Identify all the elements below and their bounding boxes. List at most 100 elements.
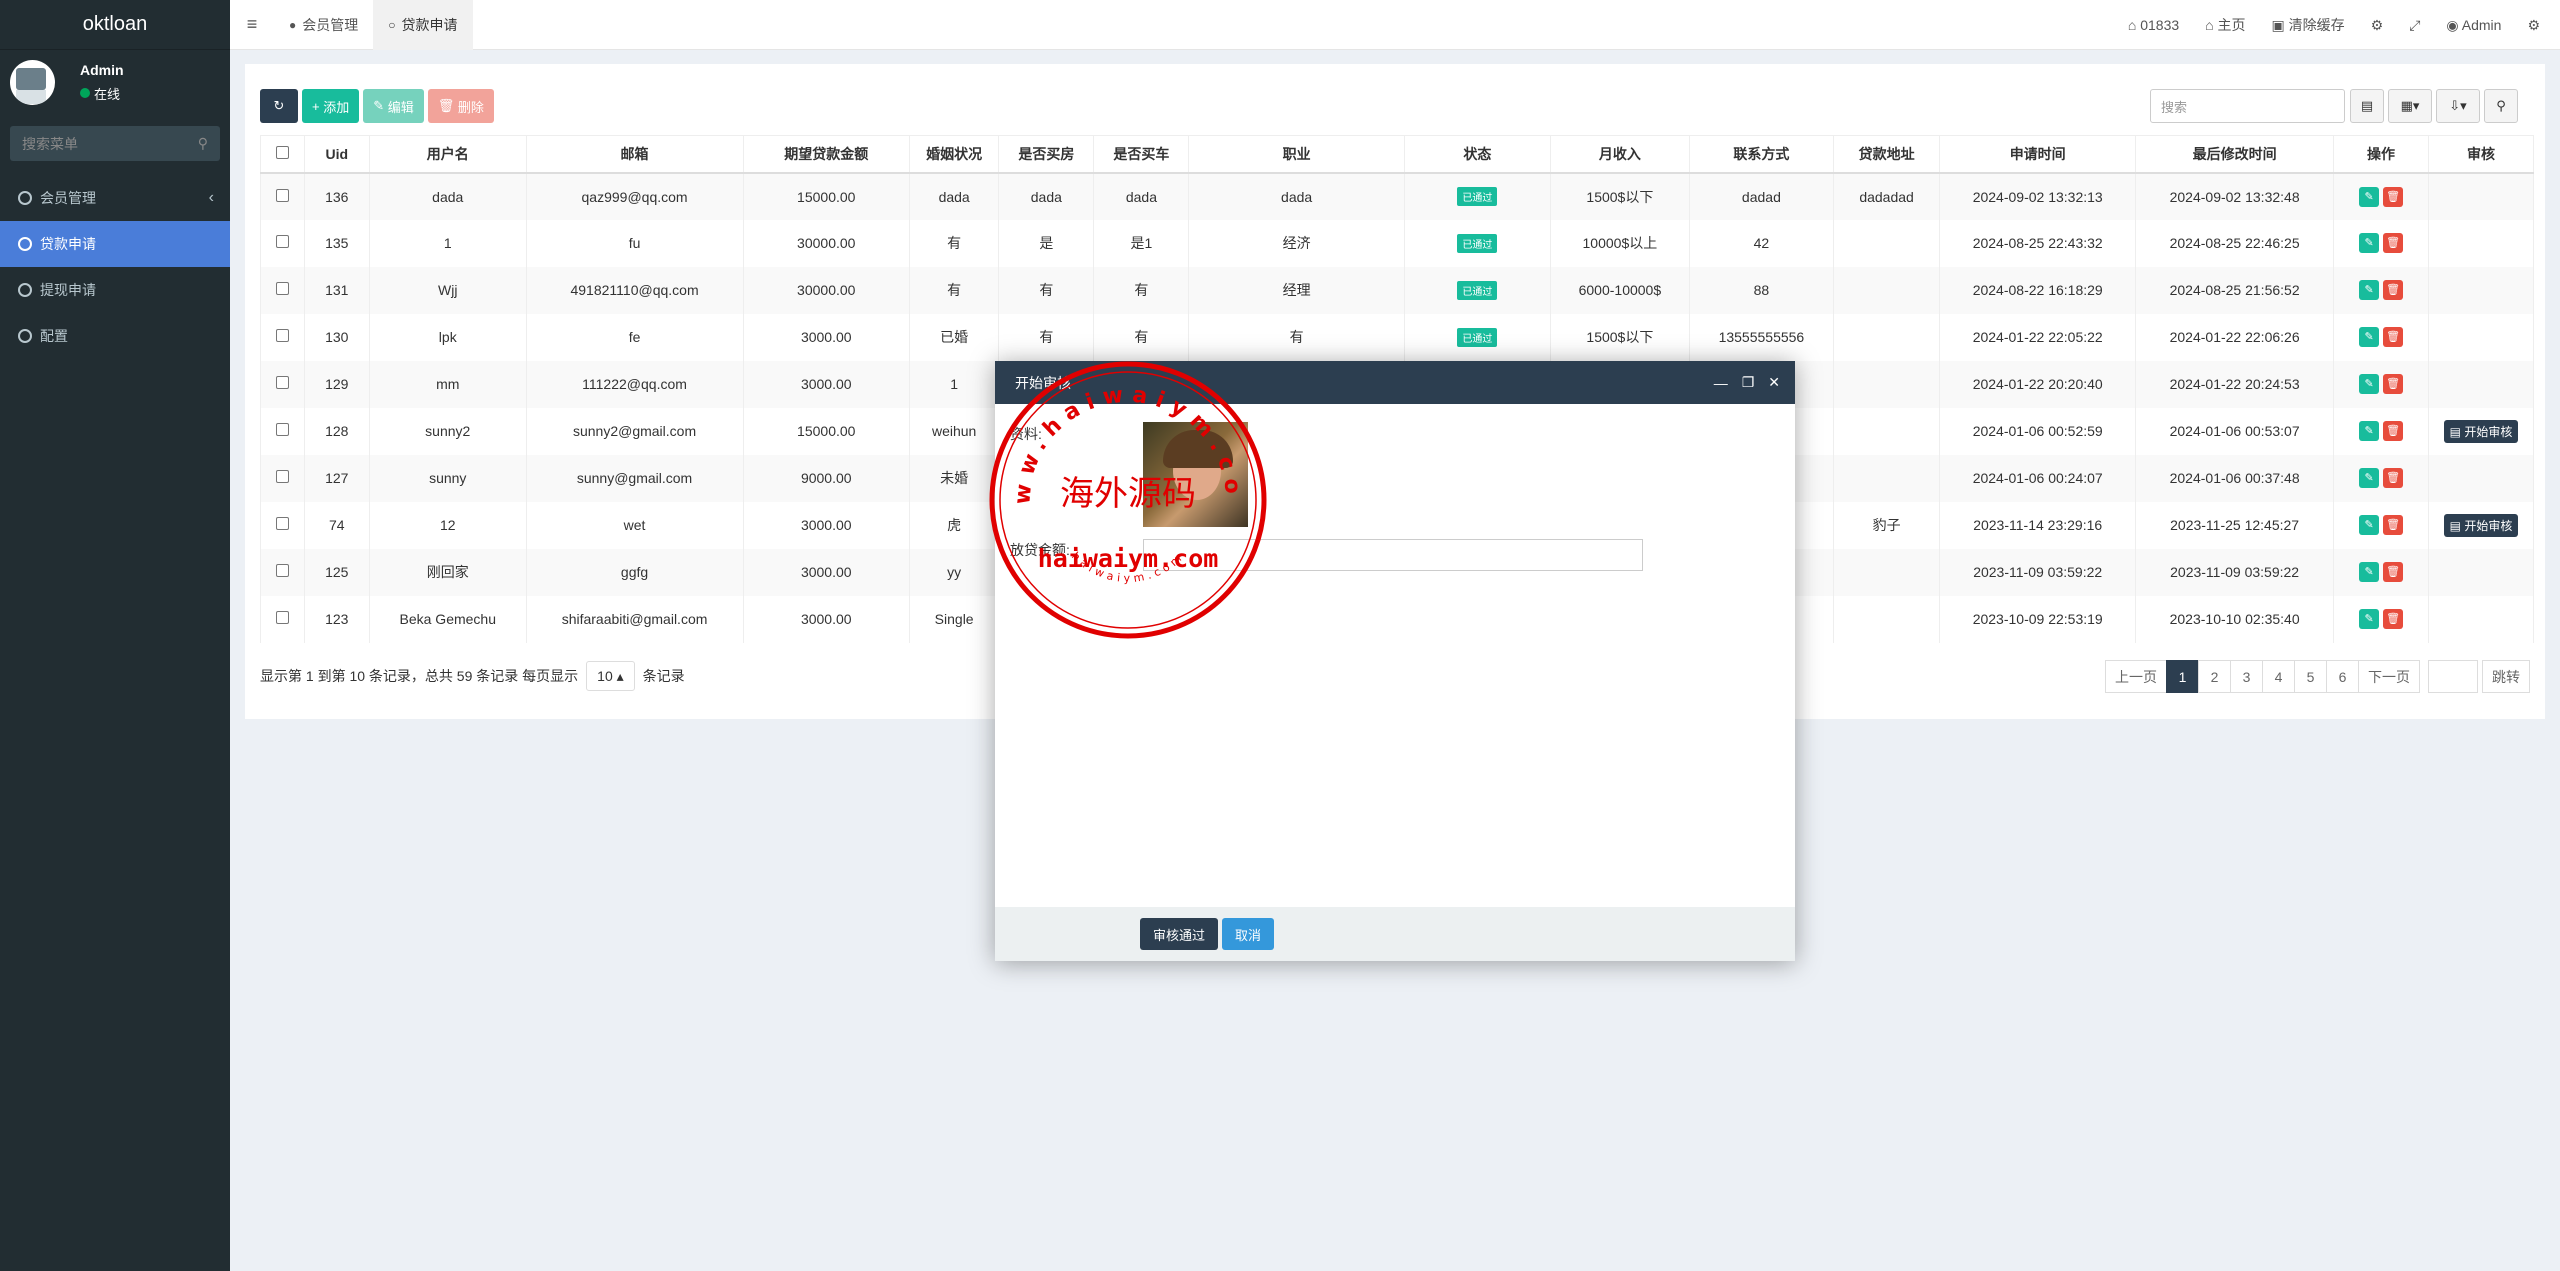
delete-row-icon[interactable]: 🗑 [2383,327,2404,347]
col-header[interactable]: 用户名 [368,135,527,174]
delete-row-icon[interactable]: 🗑 [2383,374,2404,394]
col-header[interactable]: 是否买房 [998,135,1095,174]
table-row[interactable]: 136 dada qaz999@qq.com 15000.00 dada dada dada… [260,172,2534,220]
search-icon: ⚲ [2496,98,2506,113]
jump-page-input[interactable] [2428,660,2478,693]
page-button[interactable]: 4 [2262,660,2295,693]
row-checkbox[interactable] [260,548,305,596]
edit-row-icon[interactable]: ✎ [2359,233,2380,253]
col-header[interactable]: 最后修改时间 [2135,135,2335,174]
edit-row-icon[interactable]: ✎ [2359,468,2380,488]
menu-toggle-icon[interactable]: ≡ [230,14,274,35]
table-row[interactable]: 135 1 fu 30000.00 有是是1 经济 已通过 10000$以上 42 2024-08… [260,219,2534,267]
jump-button[interactable]: 跳转 [2482,660,2530,693]
prev-page-button[interactable]: 上一页 [2105,660,2167,693]
start-audit-button[interactable]: ▤ 开始审核 [2443,419,2519,443]
clear-cache-button[interactable]: ▣ 清除缓存 [2272,15,2345,35]
fullscreen-icon[interactable]: ⤢ [2409,17,2420,34]
sidebar-item-config[interactable]: 配置 [0,313,230,359]
page-button[interactable]: 1 [2166,660,2199,693]
select-all-checkbox[interactable] [260,135,305,174]
row-checkbox[interactable] [260,219,305,267]
menu-search-input[interactable]: 搜索菜单 ⚲ [10,126,220,161]
row-checkbox[interactable] [260,454,305,502]
delete-row-icon[interactable]: 🗑 [2383,562,2404,582]
cell-house: 有 [998,266,1095,314]
add-button[interactable]: + 添加 [302,89,360,123]
edit-row-icon[interactable]: ✎ [2359,421,2380,441]
language-icon[interactable]: ⚙ [2371,17,2384,34]
home-link[interactable]: ⌂ 主页 [2205,15,2245,35]
page-size-select[interactable]: 10 ▴ [586,661,635,691]
delete-button[interactable]: 🗑 删除 [427,89,494,123]
edit-row-icon[interactable]: ✎ [2359,515,2380,535]
cell-uid: 135 [303,219,370,267]
page-button[interactable]: 5 [2294,660,2327,693]
delete-row-icon[interactable]: 🗑 [2383,186,2404,207]
col-header[interactable]: 邮箱 [525,135,744,174]
col-header[interactable]: 贷款地址 [1832,135,1941,174]
delete-row-icon[interactable]: 🗑 [2383,515,2404,535]
approve-button[interactable]: 审核通过 [1140,918,1219,950]
toggle-view-button[interactable]: ▤ [2350,89,2384,123]
col-header[interactable]: 状态 [1403,135,1551,174]
cell-amount: 15000.00 [742,407,910,455]
sidebar-item-members[interactable]: 会员管理 ‹ [0,175,230,221]
table-search-input[interactable]: 搜索 [2150,89,2345,123]
delete-row-icon[interactable]: 🗑 [2383,421,2404,441]
sidebar-item-withdrawals[interactable]: 提现申请 [0,267,230,313]
advanced-search-button[interactable]: ⚲ [2484,89,2518,123]
delete-row-icon[interactable]: 🗑 [2383,609,2404,629]
edit-row-icon[interactable]: ✎ [2359,186,2380,207]
col-header[interactable]: Uid [303,135,370,174]
delete-row-icon[interactable]: 🗑 [2383,233,2404,253]
close-icon[interactable]: ✕ [1768,374,1780,391]
row-checkbox[interactable] [260,407,305,455]
page-button[interactable]: 3 [2230,660,2263,693]
page-button[interactable]: 2 [2198,660,2231,693]
edit-row-icon[interactable]: ✎ [2359,609,2380,629]
delete-row-icon[interactable]: 🗑 [2383,468,2404,488]
row-checkbox[interactable] [260,595,305,643]
col-header[interactable]: 婚姻状况 [908,135,1000,174]
col-header[interactable]: 月收入 [1549,135,1690,174]
settings-icon[interactable]: ⚙ [2527,17,2540,34]
col-header[interactable]: 申请时间 [1939,135,2137,174]
edit-row-icon[interactable]: ✎ [2359,327,2380,347]
counter-link[interactable]: ⌂ 01833 [2128,17,2179,33]
refresh-button[interactable]: ↻ [260,89,298,123]
edit-row-icon[interactable]: ✎ [2359,374,2380,394]
pagination: 上一页 1 2 3 4 5 6 下一页 跳转 [2105,660,2530,693]
tab-members[interactable]: ● 会员管理 [274,0,373,50]
row-checkbox[interactable] [260,266,305,314]
row-checkbox[interactable] [260,360,305,408]
row-checkbox[interactable] [260,501,305,549]
app-logo[interactable]: oktloan [0,0,230,50]
columns-button[interactable]: ▦▾ [2388,89,2432,123]
tab-loan-applications[interactable]: ○ 贷款申请 [373,0,473,50]
edit-button[interactable]: ✎ 编辑 [363,89,424,123]
col-header[interactable]: 期望贷款金额 [742,135,910,174]
watermark-stamp: www.haiwaiym.com 海外源码 haiwaiym.com haiwa… [985,357,1267,639]
edit-row-icon[interactable]: ✎ [2359,280,2380,300]
col-header[interactable]: 职业 [1188,135,1405,174]
maximize-icon[interactable]: ❐ [1742,374,1755,391]
sidebar-item-loan-applications[interactable]: 贷款申请 [0,221,230,267]
export-button[interactable]: ⇩▾ [2436,89,2480,123]
next-page-button[interactable]: 下一页 [2358,660,2420,693]
cell-uid: 123 [303,595,370,643]
page-button[interactable]: 6 [2326,660,2359,693]
start-audit-button[interactable]: ▤ 开始审核 [2443,513,2519,537]
cancel-button[interactable]: 取消 [1222,918,1275,950]
table-row[interactable]: 130 lpk fe 3000.00 已婚有有有已通过 1500$以下 1355555555… [260,313,2534,361]
col-header[interactable]: 联系方式 [1688,135,1834,174]
table-row[interactable]: 131 Wjj 491821110@qq.com 30000.00 有有有经理 已通过 60… [260,266,2534,314]
edit-row-icon[interactable]: ✎ [2359,562,2380,582]
minimize-icon[interactable]: — [1714,375,1728,391]
cell-address: dadadad [1832,172,1941,220]
delete-row-icon[interactable]: 🗑 [2383,280,2404,300]
row-checkbox[interactable] [260,172,305,220]
row-checkbox[interactable] [260,313,305,361]
col-header[interactable]: 是否买车 [1093,135,1190,174]
admin-menu[interactable]: ◉ Admin [2446,17,2501,34]
